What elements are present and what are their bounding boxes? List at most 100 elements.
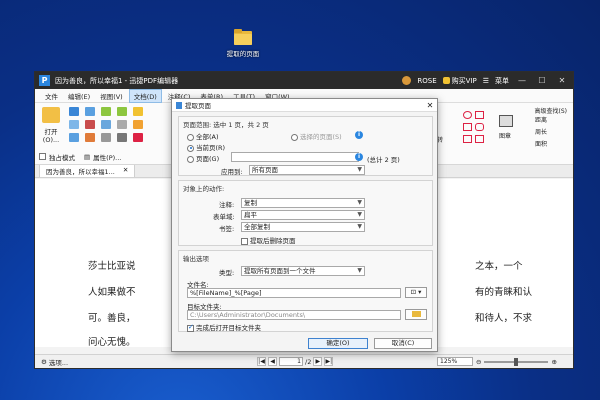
macro-dropdown-icon: ⊡ ▾ bbox=[410, 288, 422, 296]
minimize-icon[interactable]: — bbox=[515, 76, 529, 85]
line-icon[interactable] bbox=[463, 135, 472, 143]
desktop-folder-label: 提取的页面 bbox=[226, 50, 260, 58]
stamp-icon[interactable] bbox=[499, 115, 513, 127]
user-name[interactable]: ROSE bbox=[417, 77, 436, 85]
object-actions-group: 对象上的动作: 注释: 复制 ▼ 表单域: 扁平 ▼ 书签: 全部复制 ▼ 提取后删除… bbox=[178, 180, 433, 246]
exclusive-mode-checkbox[interactable] bbox=[39, 153, 46, 160]
zoom-in-icon[interactable]: ⊕ bbox=[551, 358, 556, 366]
doc-text-line: 莎士比亚说 bbox=[88, 261, 136, 272]
folder-icon bbox=[234, 29, 252, 45]
document-tab[interactable]: 因为善良，所以幸福1... ✕ bbox=[39, 164, 136, 177]
bookmark-select[interactable]: 全部复制 ▼ bbox=[241, 222, 365, 232]
extract-pages-dialog: 提取页面 ✕ 页面范围: 选中 1 页，共 2 页 全部(A) 选择的页面(S)… bbox=[171, 98, 438, 352]
menu-document[interactable]: 文档(D) bbox=[128, 88, 162, 103]
buy-vip-button[interactable]: 购买VIP bbox=[442, 76, 477, 86]
properties-button[interactable]: 属性(P)... bbox=[93, 152, 121, 162]
hand-tool-icon[interactable] bbox=[133, 107, 143, 116]
ellipse-icon[interactable] bbox=[463, 111, 472, 119]
delete-after-extract-checkbox[interactable]: 提取后删除页面 bbox=[241, 235, 296, 245]
dialog-close-icon[interactable]: ✕ bbox=[423, 101, 437, 110]
page-navigator: |◀ ◀ 1 /2 ▶ ▶| bbox=[257, 357, 334, 366]
menu-view[interactable]: 视图(V) bbox=[96, 90, 127, 102]
annotation-select[interactable]: 复制 ▼ bbox=[241, 198, 365, 208]
chevron-down-icon: ▼ bbox=[357, 267, 362, 274]
desktop-folder-extracted-pages[interactable]: 提取的页面 bbox=[218, 29, 268, 58]
close-icon[interactable]: ✕ bbox=[555, 76, 569, 85]
save-icon[interactable] bbox=[85, 107, 95, 116]
polygon-icon[interactable] bbox=[463, 123, 472, 131]
export-icon[interactable] bbox=[69, 133, 79, 142]
chevron-down-icon: ▼ bbox=[357, 223, 362, 230]
pages-info-icon: i bbox=[355, 153, 363, 161]
open-folder-after-checkbox[interactable]: 完成后打开目标文件夹 bbox=[187, 322, 261, 332]
area-tool[interactable]: 面积 bbox=[535, 139, 547, 148]
zoom-out-icon[interactable]: ⊖ bbox=[476, 358, 481, 366]
open-folder-icon bbox=[42, 107, 60, 123]
target-folder-input[interactable]: C:\Users\Administrator\Documents\ bbox=[187, 310, 401, 320]
title-bar: P 因为善良，所以幸福1 - 迅捷PDF编辑器 ROSE 购买VIP ☰ 菜单 … bbox=[35, 72, 573, 89]
radio-pages[interactable]: 页面(G) bbox=[187, 153, 219, 163]
folder-browse-icon bbox=[411, 311, 421, 317]
advanced-search-button[interactable]: 高级查找(S) bbox=[535, 106, 568, 115]
arrow-icon[interactable] bbox=[475, 135, 484, 143]
doc-text-line: 人如果做不 bbox=[88, 287, 136, 298]
import-icon[interactable] bbox=[85, 133, 95, 142]
filename-macro-button[interactable]: ⊡ ▾ bbox=[405, 287, 427, 298]
next-page-icon[interactable]: ▶ bbox=[313, 357, 323, 366]
new-icon[interactable] bbox=[69, 107, 79, 116]
doc-text-line: 问心无愧。 bbox=[88, 337, 136, 348]
copy-icon[interactable] bbox=[101, 120, 111, 129]
email-icon[interactable] bbox=[85, 120, 95, 129]
selected-info-icon: i bbox=[355, 131, 363, 139]
pages-range-input[interactable] bbox=[231, 152, 359, 162]
cloud-icon[interactable] bbox=[475, 123, 484, 131]
ok-button[interactable]: 确定(O) bbox=[308, 338, 368, 349]
output-header: 输出选项 bbox=[183, 255, 209, 263]
last-page-icon[interactable]: ▶| bbox=[324, 357, 334, 366]
exclusive-mode-label[interactable]: 独占模式 bbox=[49, 152, 75, 162]
settings-icon[interactable] bbox=[117, 133, 127, 142]
form-field-select[interactable]: 扁平 ▼ bbox=[241, 210, 365, 220]
page-number-input[interactable]: 1 bbox=[279, 357, 303, 366]
stamp-button[interactable]: 图章 bbox=[499, 131, 511, 140]
browse-folder-button[interactable] bbox=[405, 309, 427, 320]
filename-input[interactable]: %[FileName]_%[Page] bbox=[187, 288, 401, 298]
type-label: 类型: bbox=[219, 269, 235, 277]
scan-icon[interactable] bbox=[101, 133, 111, 142]
snapshot-icon[interactable] bbox=[133, 133, 143, 142]
zoom-controls: 125% ⊖ ⊕ bbox=[437, 357, 557, 366]
zoom-select[interactable]: 125% bbox=[437, 357, 473, 366]
maximize-icon[interactable]: ☐ bbox=[535, 76, 549, 85]
menu-edit[interactable]: 编辑(E) bbox=[64, 90, 94, 102]
options-button[interactable]: ⚙ 选项... bbox=[41, 357, 68, 367]
select-icon[interactable] bbox=[133, 120, 143, 129]
tab-close-icon[interactable]: ✕ bbox=[123, 166, 128, 176]
actions-header: 对象上的动作: bbox=[183, 185, 225, 193]
menu-file[interactable]: 文件 bbox=[41, 90, 62, 102]
open-button[interactable]: 打开(O)... bbox=[39, 107, 63, 144]
cancel-button[interactable]: 取消(C) bbox=[374, 338, 432, 349]
menu-button[interactable]: 菜单 bbox=[495, 76, 509, 86]
first-page-icon[interactable]: |◀ bbox=[257, 357, 266, 366]
app-logo-icon: P bbox=[39, 75, 50, 86]
properties-icon[interactable]: ▤ bbox=[84, 153, 90, 161]
apply-to-select[interactable]: 所有页面 ▼ bbox=[249, 165, 365, 175]
perimeter-tool[interactable]: 周长 bbox=[535, 127, 547, 136]
paste-icon[interactable] bbox=[117, 120, 127, 129]
radio-current-page[interactable]: 当前页(R) bbox=[187, 142, 225, 152]
print-icon[interactable] bbox=[69, 120, 79, 129]
zoom-slider[interactable] bbox=[484, 357, 549, 366]
redo-icon[interactable] bbox=[117, 107, 127, 116]
options-icon: ⚙ bbox=[41, 357, 47, 366]
user-avatar[interactable] bbox=[402, 76, 412, 85]
distance-tool[interactable]: 距离 bbox=[535, 115, 547, 124]
bookmark-label: 书签: bbox=[219, 225, 235, 233]
radio-selected-pages[interactable]: 选择的页面(S) bbox=[291, 131, 342, 141]
rectangle-icon[interactable] bbox=[475, 111, 484, 119]
undo-icon[interactable] bbox=[101, 107, 111, 116]
prev-page-icon[interactable]: ◀ bbox=[268, 357, 277, 366]
output-type-select[interactable]: 提取所有页面到一个文件 ▼ bbox=[241, 266, 365, 276]
hamburger-icon[interactable]: ☰ bbox=[483, 77, 489, 85]
chevron-down-icon: ▼ bbox=[357, 211, 362, 218]
radio-all[interactable]: 全部(A) bbox=[187, 131, 219, 141]
